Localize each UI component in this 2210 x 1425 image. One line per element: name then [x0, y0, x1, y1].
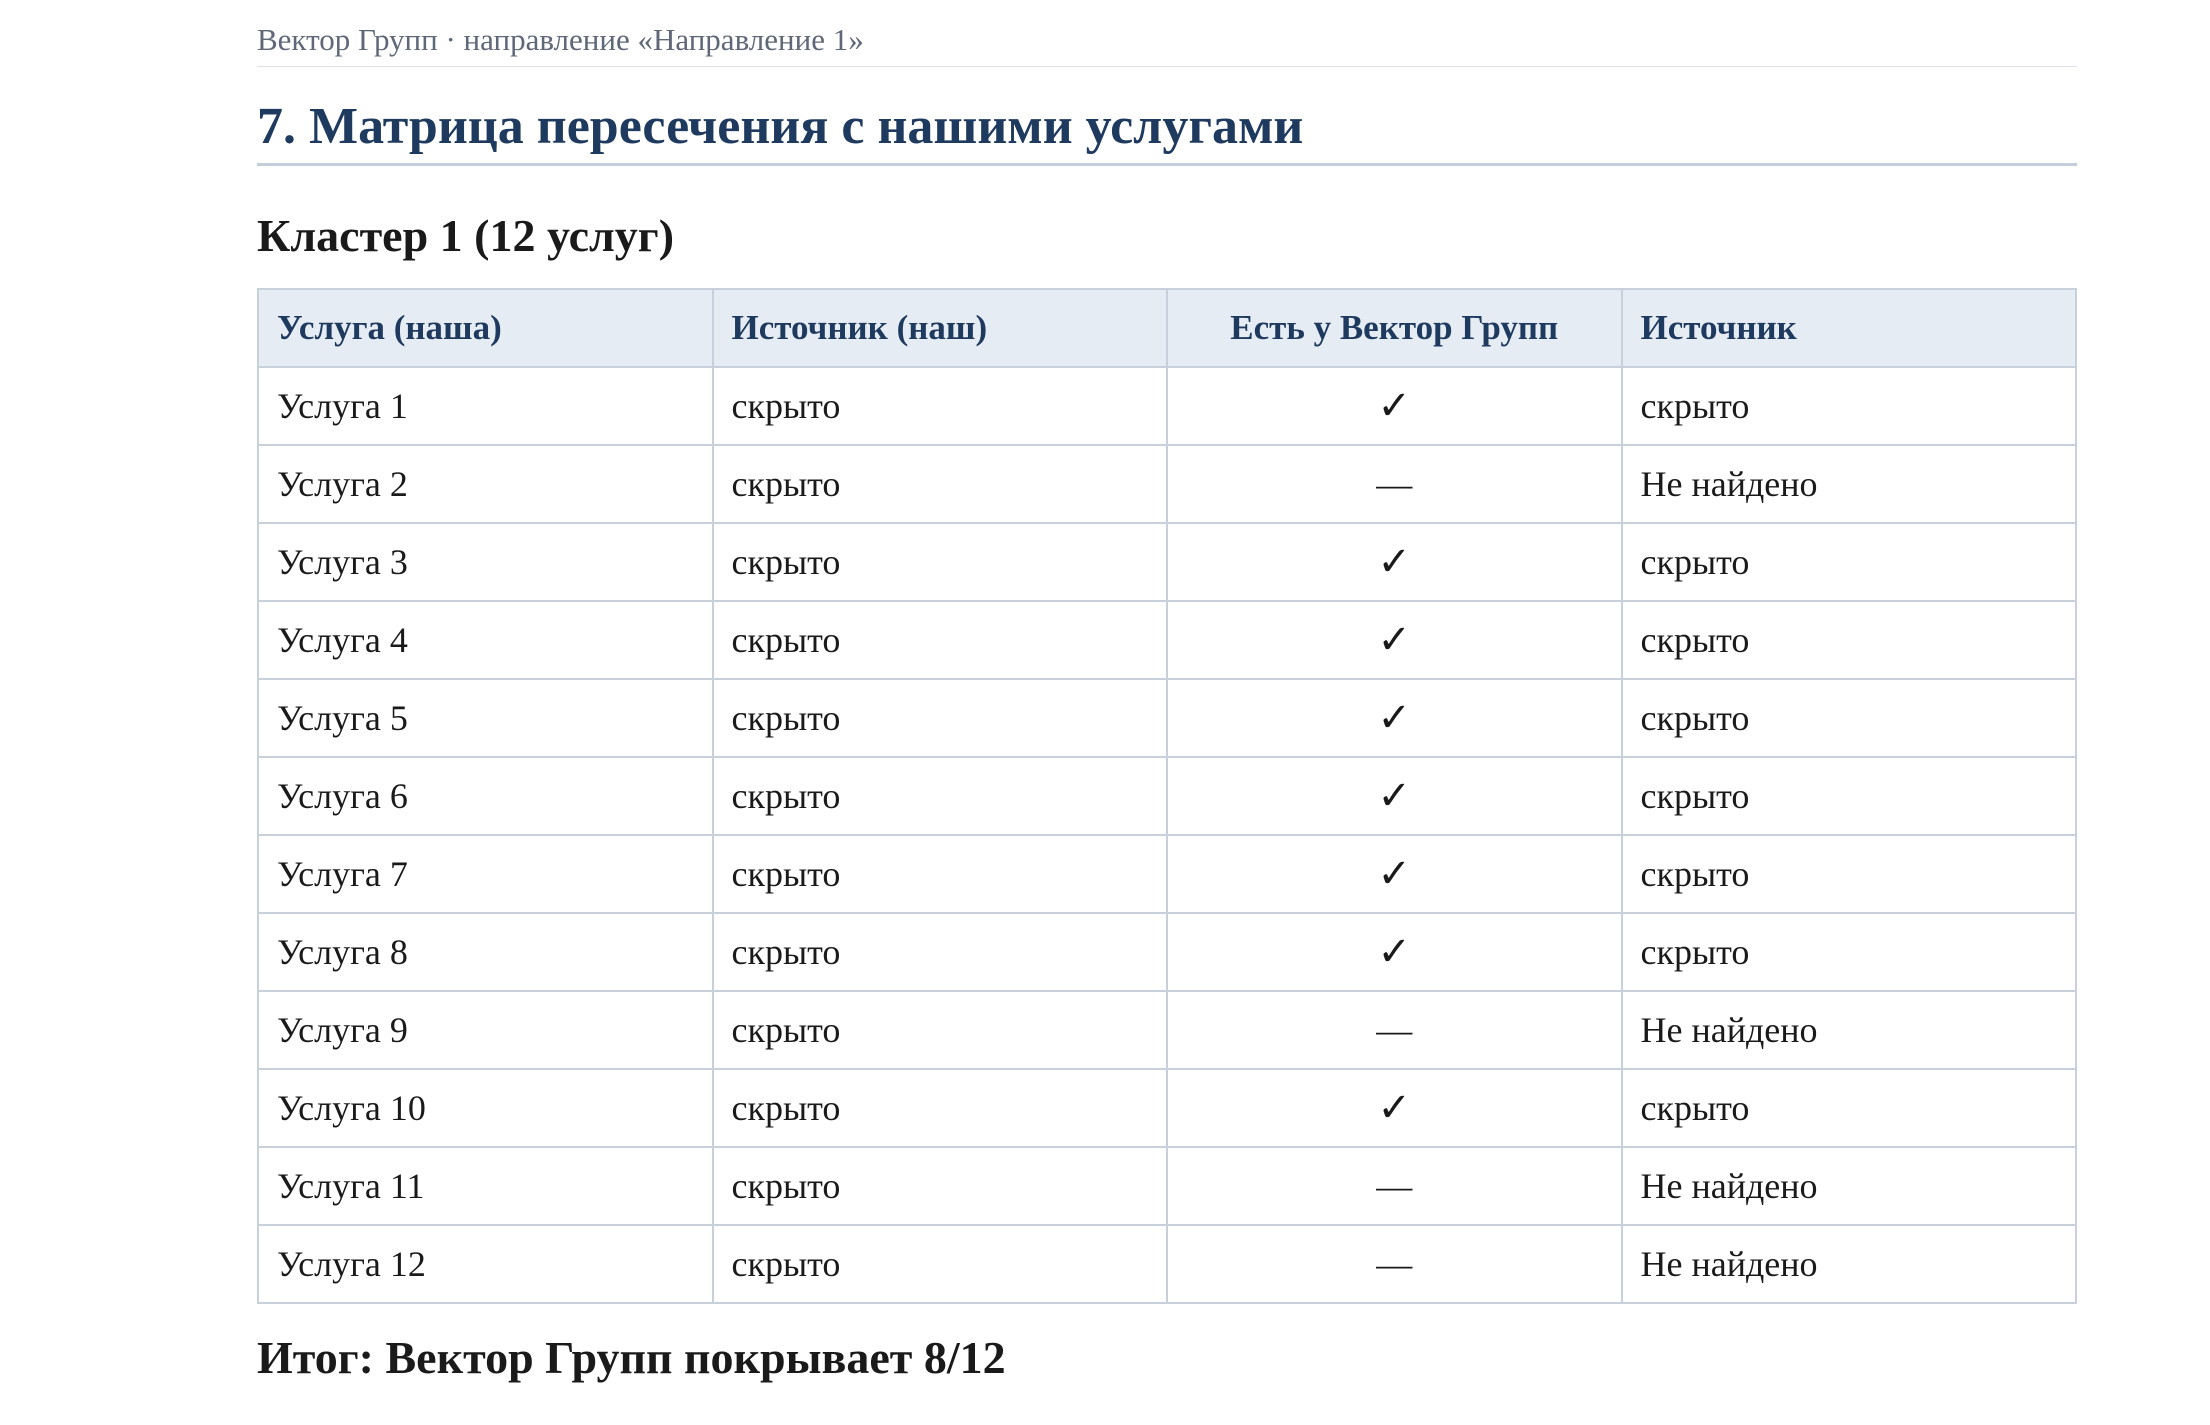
cell-service: Услуга 12	[257, 1224, 714, 1304]
cell-our-source: скрыто	[711, 1068, 1168, 1148]
cell-service: Услуга 6	[257, 756, 714, 836]
cell-our-source: скрыто	[711, 756, 1168, 836]
table-row: Услуга 10 скрыто ✓ скрыто	[257, 1068, 2077, 1148]
check-mark-icon: ✓	[1166, 1068, 1623, 1148]
cell-service: Услуга 5	[257, 678, 714, 758]
document-page: Вектор Групп · направление «Направление …	[257, 0, 2077, 1386]
cell-our-source: скрыто	[711, 990, 1168, 1070]
cell-our-source: скрыто	[711, 678, 1168, 758]
cell-source: Не найдено	[1620, 1224, 2077, 1304]
table-row: Услуга 3 скрыто ✓ скрыто	[257, 522, 2077, 602]
cell-our-source: скрыто	[711, 1146, 1168, 1226]
check-mark-icon: ✓	[1166, 600, 1623, 680]
check-mark-icon: ✓	[1166, 834, 1623, 914]
cell-source: Не найдено	[1620, 1146, 2077, 1226]
cell-service: Услуга 9	[257, 990, 714, 1070]
cell-our-source: скрыто	[711, 912, 1168, 992]
check-mark-icon: ✓	[1166, 912, 1623, 992]
cell-source: скрыто	[1620, 522, 2077, 602]
breadcrumb: Вектор Групп · направление «Направление …	[257, 0, 2077, 67]
cell-source: скрыто	[1620, 834, 2077, 914]
table-row: Услуга 7 скрыто ✓ скрыто	[257, 834, 2077, 914]
table-body: Услуга 1 скрыто ✓ скрыто Услуга 2 скрыто — Не н…	[257, 366, 2077, 1304]
check-mark-icon: ✓	[1166, 678, 1623, 758]
table-row: Услуга 1 скрыто ✓ скрыто	[257, 366, 2077, 446]
table-row: Услуга 4 скрыто ✓ скрыто	[257, 600, 2077, 680]
cell-service: Услуга 3	[257, 522, 714, 602]
cell-service: Услуга 10	[257, 1068, 714, 1148]
header-our-source: Источник (наш)	[711, 288, 1168, 368]
header-present-at-competitor: Есть у Вектор Групп	[1166, 288, 1623, 368]
cell-service: Услуга 1	[257, 366, 714, 446]
header-our-service: Услуга (наша)	[257, 288, 714, 368]
cell-service: Услуга 7	[257, 834, 714, 914]
cell-our-source: скрыто	[711, 522, 1168, 602]
cell-service: Услуга 2	[257, 444, 714, 524]
cell-source: скрыто	[1620, 366, 2077, 446]
table-row: Услуга 9 скрыто — Не найдено	[257, 990, 2077, 1070]
cell-service: Услуга 8	[257, 912, 714, 992]
check-mark-icon: ✓	[1166, 522, 1623, 602]
header-source: Источник	[1620, 288, 2077, 368]
cell-our-source: скрыто	[711, 366, 1168, 446]
cell-source: Не найдено	[1620, 444, 2077, 524]
cell-source: скрыто	[1620, 1068, 2077, 1148]
section-title: 7. Матрица пересечения с нашими услугами	[257, 67, 2077, 166]
cell-source: Не найдено	[1620, 990, 2077, 1070]
table-row: Услуга 5 скрыто ✓ скрыто	[257, 678, 2077, 758]
table-row: Услуга 11 скрыто — Не найдено	[257, 1146, 2077, 1226]
table-header-row: Услуга (наша) Источник (наш) Есть у Вект…	[257, 288, 2077, 368]
table-row: Услуга 6 скрыто ✓ скрыто	[257, 756, 2077, 836]
dash-icon: —	[1166, 1146, 1623, 1226]
table-row: Услуга 8 скрыто ✓ скрыто	[257, 912, 2077, 992]
table-row: Услуга 2 скрыто — Не найдено	[257, 444, 2077, 524]
cell-source: скрыто	[1620, 756, 2077, 836]
services-matrix-table: Услуга (наша) Источник (наш) Есть у Вект…	[257, 288, 2077, 1304]
dash-icon: —	[1166, 1224, 1623, 1304]
cell-source: скрыто	[1620, 678, 2077, 758]
dash-icon: —	[1166, 444, 1623, 524]
check-mark-icon: ✓	[1166, 756, 1623, 836]
cell-our-source: скрыто	[711, 834, 1168, 914]
dash-icon: —	[1166, 990, 1623, 1070]
summary-line: Итог: Вектор Групп покрывает 8/12	[257, 1332, 1006, 1383]
cell-our-source: скрыто	[711, 600, 1168, 680]
cell-our-source: скрыто	[711, 1224, 1168, 1304]
table-row: Услуга 12 скрыто — Не найдено	[257, 1224, 2077, 1304]
cell-source: скрыто	[1620, 600, 2077, 680]
cell-service: Услуга 11	[257, 1146, 714, 1226]
cell-service: Услуга 4	[257, 600, 714, 680]
cluster-title: Кластер 1 (12 услуг)	[257, 210, 675, 261]
cell-source: скрыто	[1620, 912, 2077, 992]
cell-our-source: скрыто	[711, 444, 1168, 524]
check-mark-icon: ✓	[1166, 366, 1623, 446]
